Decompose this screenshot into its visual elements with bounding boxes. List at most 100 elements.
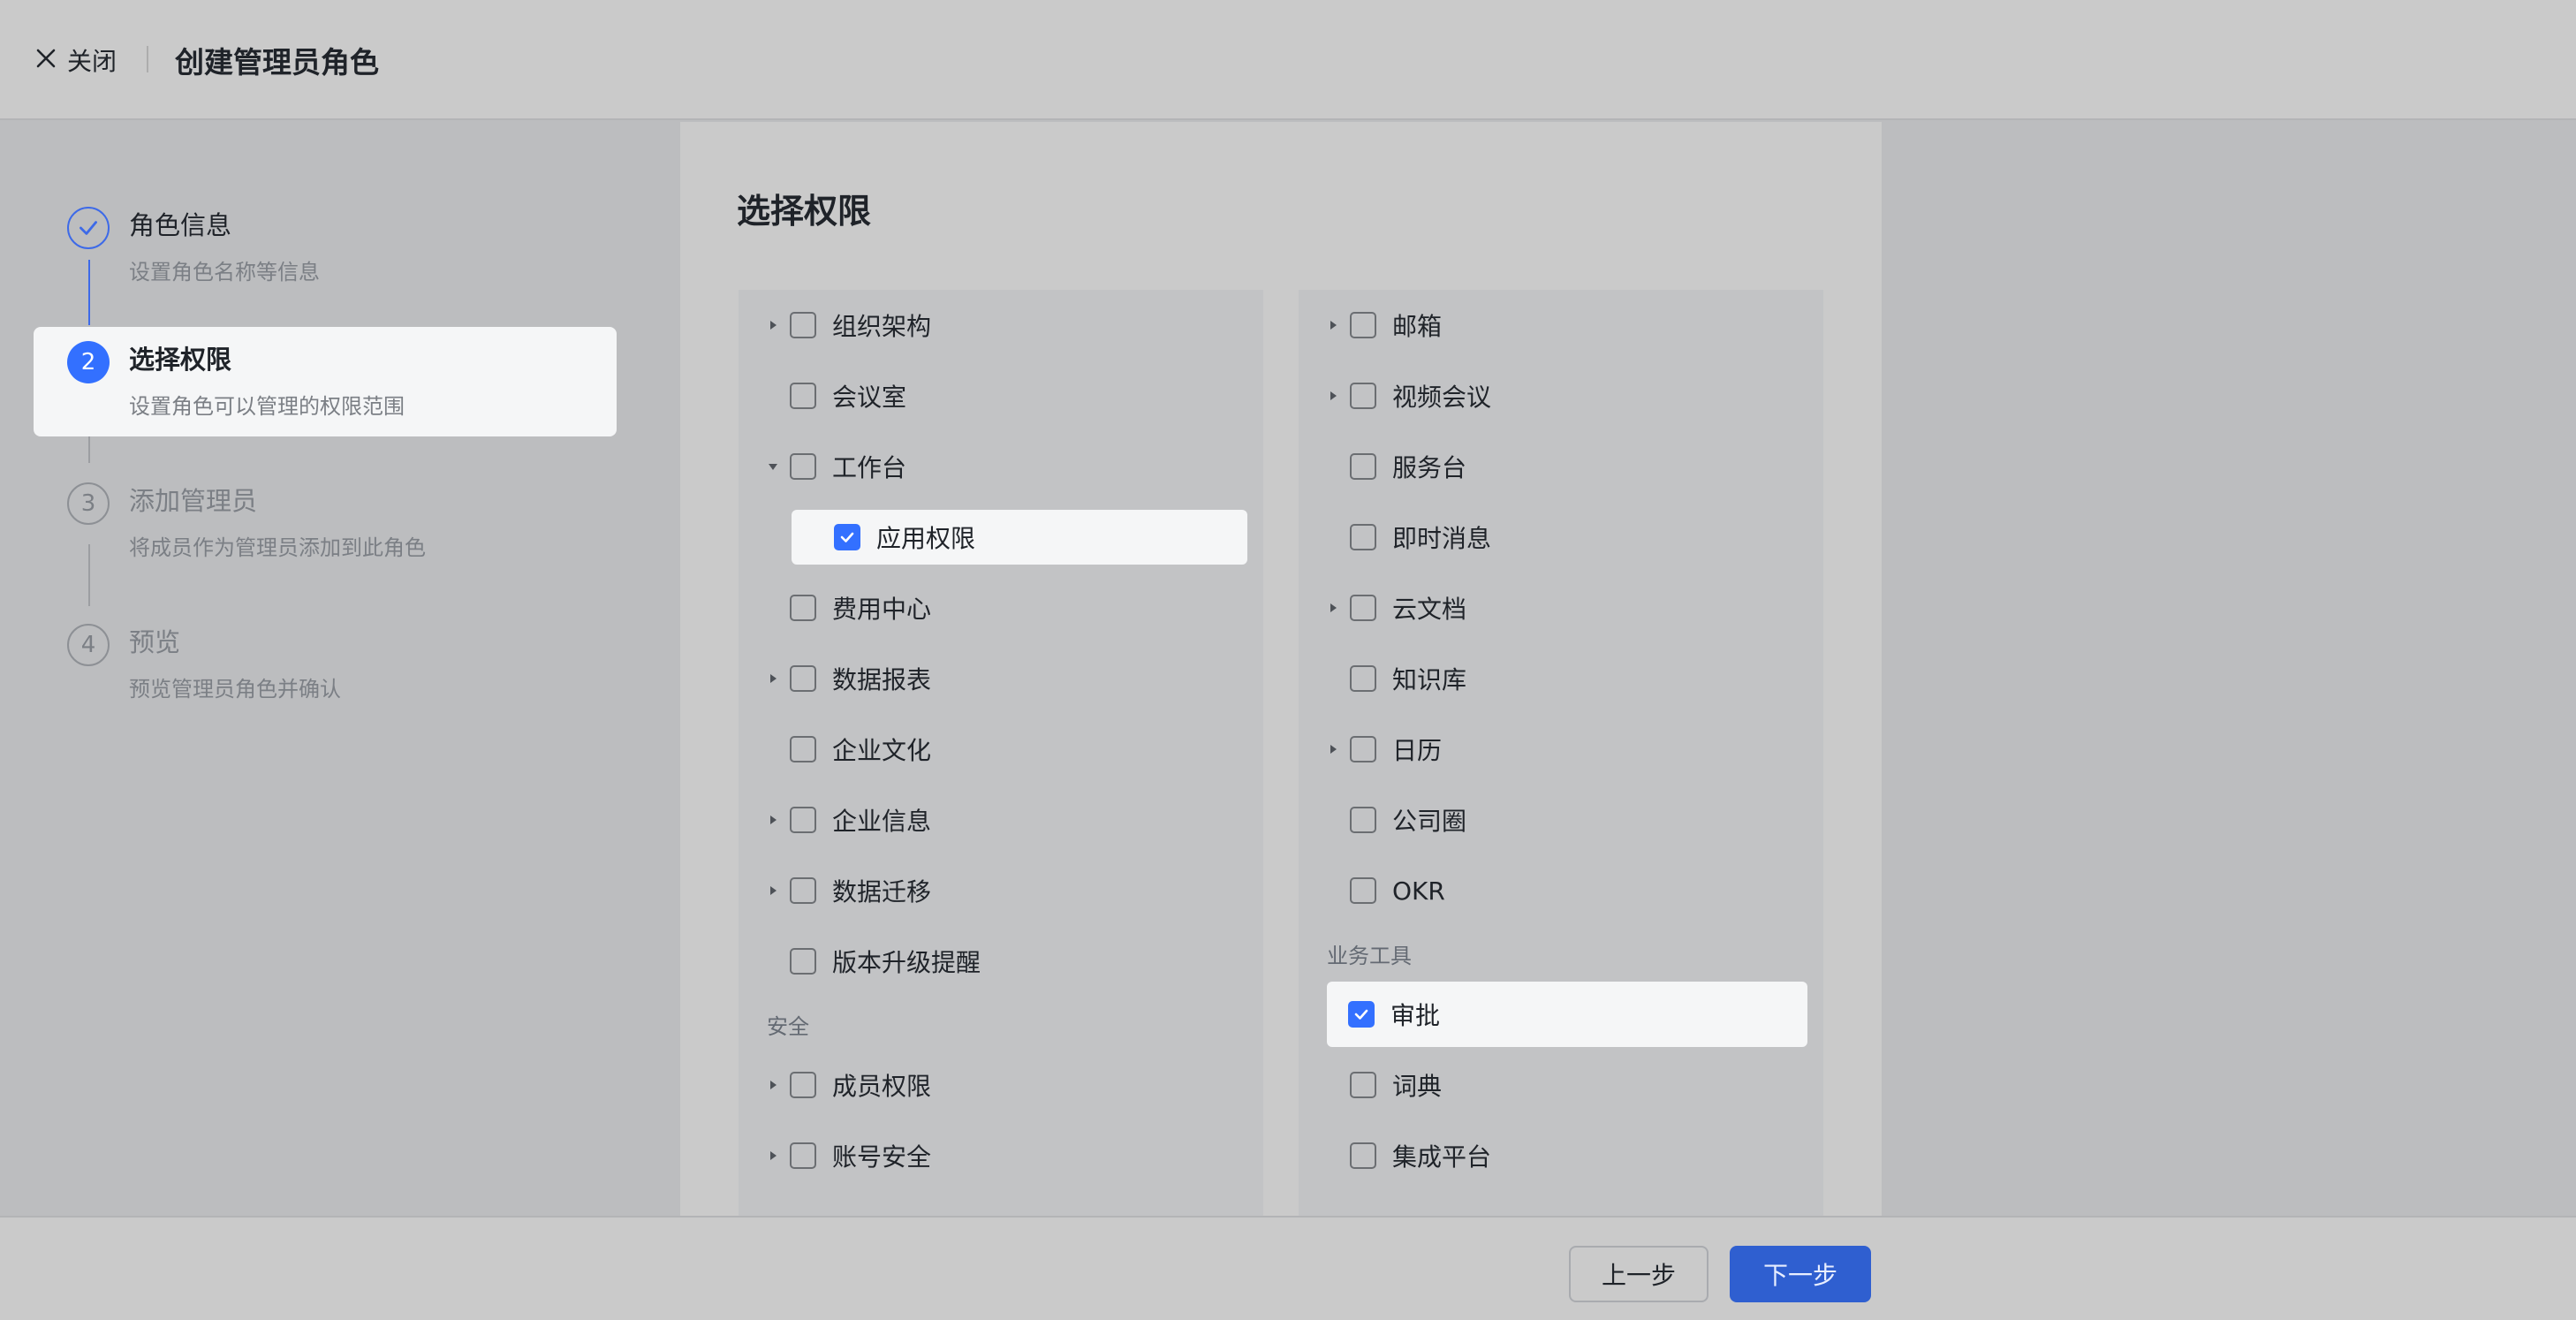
permission-item[interactable]: 企业文化 xyxy=(767,722,931,777)
permission-item[interactable]: 版本升级提醒 xyxy=(767,934,981,989)
header-divider xyxy=(147,46,148,72)
step-connector xyxy=(88,436,90,463)
step-connector xyxy=(88,260,90,325)
caret-right-icon[interactable] xyxy=(767,319,779,331)
permission-label: 数据迁移 xyxy=(832,877,932,907)
permission-item[interactable]: 集成平台 xyxy=(1327,1128,1491,1183)
permission-item[interactable]: 视频会议 xyxy=(1327,368,1491,423)
checkbox[interactable] xyxy=(1350,524,1376,550)
permission-label: OKR xyxy=(1392,876,1445,906)
permission-label: 账号安全 xyxy=(832,1142,932,1172)
footer: 上一步 下一步 xyxy=(0,1216,2576,1320)
checkbox[interactable] xyxy=(790,383,816,409)
caret-spacer xyxy=(1327,884,1339,897)
previous-step-button[interactable]: 上一步 xyxy=(1569,1246,1708,1302)
permission-item[interactable]: 云文档 xyxy=(1327,580,1466,635)
permission-item[interactable]: 会议室 xyxy=(767,368,906,423)
caret-right-icon[interactable] xyxy=(1327,390,1339,402)
checkbox[interactable] xyxy=(790,1142,816,1169)
permission-label: 词典 xyxy=(1392,1072,1443,1101)
permission-column-right[interactable]: 邮箱 视频会议 服务台 即时消息 云文档 知识库 日历 公司圈 OKR 业务工具 审批 词典 集成平台 xyxy=(1299,290,1823,1226)
step-preview[interactable]: 4 预览 预览管理员角色并确认 xyxy=(34,610,617,719)
header: 关闭 创建管理员角色 xyxy=(0,0,2576,120)
permission-item[interactable]: 数据报表 xyxy=(767,651,931,706)
permission-item[interactable]: 公司圈 xyxy=(1327,793,1466,847)
permission-item[interactable]: 成员权限 xyxy=(767,1058,931,1112)
step-number: 3 xyxy=(67,482,110,525)
close-label: 关闭 xyxy=(67,47,117,76)
page: 关闭 创建管理员角色 角色信息 设置角色名称等信息 2 选择权限 设置角色可以管… xyxy=(0,0,2576,1320)
permission-item[interactable]: 词典 xyxy=(1327,1058,1442,1112)
step-desc: 将成员作为管理员添加到此角色 xyxy=(129,535,426,560)
caret-right-icon[interactable] xyxy=(767,1079,779,1091)
next-step-button[interactable]: 下一步 xyxy=(1730,1246,1871,1302)
checkbox[interactable] xyxy=(834,524,860,550)
permissions-panel: 选择权限 组织架构 会议室 工作台 应用权限 费用中心 数据报表 企业文化 企业信息 数据迁移版… xyxy=(680,122,1882,1226)
caret-right-icon[interactable] xyxy=(767,672,779,685)
caret-right-icon[interactable] xyxy=(767,1149,779,1162)
permission-item[interactable]: 工作台 xyxy=(767,439,906,494)
permission-column-left[interactable]: 组织架构会议室工作台应用权限费用中心数据报表企业文化企业信息数据迁移版本升级提醒… xyxy=(739,290,1263,1226)
checkbox[interactable] xyxy=(790,453,816,480)
step-title: 预览 xyxy=(129,627,181,657)
step-title: 角色信息 xyxy=(129,210,232,240)
permission-label: 费用中心 xyxy=(832,595,932,624)
step-select-permissions[interactable]: 2 选择权限 设置角色可以管理的权限范围 xyxy=(34,327,617,436)
permission-label: 版本升级提醒 xyxy=(832,948,981,977)
permission-label: 服务台 xyxy=(1392,453,1467,482)
caret-right-icon[interactable] xyxy=(1327,602,1339,614)
checkbox[interactable] xyxy=(1350,736,1376,762)
permission-item[interactable]: 邮箱 xyxy=(1327,298,1442,353)
checkbox[interactable] xyxy=(1350,312,1376,338)
checkbox[interactable] xyxy=(1348,1001,1375,1028)
step-role-info[interactable]: 角色信息 设置角色名称等信息 xyxy=(34,193,617,302)
step-add-admins[interactable]: 3 添加管理员 将成员作为管理员添加到此角色 xyxy=(34,468,617,578)
caret-right-icon[interactable] xyxy=(767,884,779,897)
checkbox[interactable] xyxy=(1350,595,1376,621)
permission-item[interactable]: 服务台 xyxy=(1327,439,1466,494)
caret-spacer xyxy=(767,390,779,402)
permission-label: 审批 xyxy=(1390,1001,1441,1030)
permission-item[interactable]: 组织架构 xyxy=(767,298,931,353)
checkbox[interactable] xyxy=(1350,1142,1376,1169)
close-button[interactable]: 关闭 xyxy=(34,42,117,78)
group-label: 安全 xyxy=(767,1014,809,1039)
permission-item[interactable]: OKR xyxy=(1327,863,1445,918)
caret-down-icon[interactable] xyxy=(767,460,779,473)
step-number: 2 xyxy=(67,341,110,383)
permission-label: 工作台 xyxy=(832,453,907,482)
permission-item[interactable]: 日历 xyxy=(1327,722,1442,777)
checkbox[interactable] xyxy=(1350,877,1376,904)
checkbox[interactable] xyxy=(790,312,816,338)
permission-label: 邮箱 xyxy=(1392,312,1443,341)
permission-label: 数据报表 xyxy=(832,665,932,694)
permission-item[interactable]: 应用权限 xyxy=(792,510,1247,565)
checkbox[interactable] xyxy=(790,948,816,975)
checkbox[interactable] xyxy=(790,1072,816,1098)
checkbox[interactable] xyxy=(1350,383,1376,409)
caret-spacer xyxy=(767,955,779,967)
permission-label: 成员权限 xyxy=(832,1072,932,1101)
checkbox[interactable] xyxy=(1350,807,1376,833)
checkbox[interactable] xyxy=(1350,665,1376,692)
permission-label: 知识库 xyxy=(1392,665,1467,694)
permission-label: 日历 xyxy=(1392,736,1443,765)
caret-spacer xyxy=(1327,814,1339,826)
checkbox[interactable] xyxy=(1350,1072,1376,1098)
checkbox[interactable] xyxy=(790,736,816,762)
permission-item[interactable]: 知识库 xyxy=(1327,651,1466,706)
permission-item[interactable]: 账号安全 xyxy=(767,1128,931,1183)
permission-item[interactable]: 即时消息 xyxy=(1327,510,1491,565)
permission-item[interactable]: 数据迁移 xyxy=(767,863,931,918)
permission-item[interactable]: 企业信息 xyxy=(767,793,931,847)
caret-right-icon[interactable] xyxy=(1327,319,1339,331)
permission-item[interactable]: 费用中心 xyxy=(767,580,931,635)
checkbox[interactable] xyxy=(790,877,816,904)
checkbox[interactable] xyxy=(790,807,816,833)
caret-right-icon[interactable] xyxy=(767,814,779,826)
permission-item[interactable]: 审批 xyxy=(1327,982,1807,1047)
caret-right-icon[interactable] xyxy=(1327,743,1339,755)
checkbox[interactable] xyxy=(1350,453,1376,480)
checkbox[interactable] xyxy=(790,665,816,692)
checkbox[interactable] xyxy=(790,595,816,621)
